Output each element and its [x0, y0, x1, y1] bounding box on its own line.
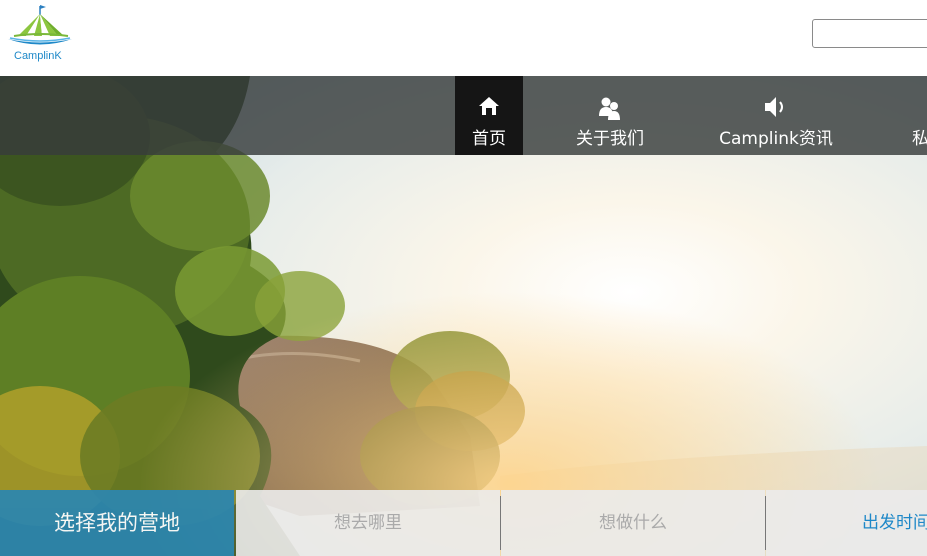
nav-item-more[interactable]: 私: [900, 76, 927, 155]
speaker-icon: [700, 96, 852, 120]
tent-logo-icon: [8, 5, 72, 45]
main-nav: 首页 关于我们 Camplink资讯 私: [0, 76, 927, 155]
nav-label-home: 首页: [472, 129, 506, 149]
nav-label-news: Camplink资讯: [719, 129, 833, 149]
nav-item-home[interactable]: 首页: [455, 76, 523, 155]
search-input[interactable]: [812, 19, 927, 48]
camp-search-bar: 选择我的营地 想去哪里 想做什么 出发时间: [0, 490, 927, 556]
choose-camp-title[interactable]: 选择我的营地: [0, 490, 234, 556]
departure-date-field[interactable]: 出发时间: [766, 490, 927, 556]
home-icon: [455, 96, 523, 120]
nav-item-news[interactable]: Camplink资讯: [700, 76, 852, 155]
logo-text: CamplinK: [14, 50, 62, 62]
nav-item-about[interactable]: 关于我们: [540, 76, 680, 155]
site-header: CamplinK: [0, 0, 927, 76]
activity-field[interactable]: 想做什么: [501, 490, 765, 556]
destination-field[interactable]: 想去哪里: [236, 490, 500, 556]
nav-label-about: 关于我们: [576, 129, 644, 149]
camplink-logo[interactable]: CamplinK: [4, 2, 74, 64]
nav-label-more: 私: [912, 129, 927, 149]
users-icon: [540, 96, 680, 120]
